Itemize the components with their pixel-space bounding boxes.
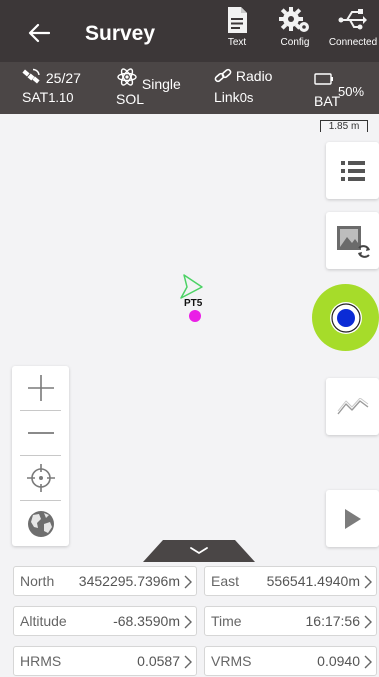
field-hrms[interactable]: HRMS 0.0587 bbox=[13, 646, 197, 676]
status-bar: 25/27 SAT1.10 Single SOL Radio Link0s 50… bbox=[0, 62, 379, 114]
connected-button-label: Connected bbox=[328, 37, 378, 48]
gear-icon bbox=[279, 7, 309, 32]
target-icon bbox=[329, 301, 362, 334]
sat-label: SAT bbox=[22, 89, 49, 105]
sat-value: 1.10 bbox=[48, 90, 74, 105]
field-key: East bbox=[211, 573, 240, 589]
radio-status[interactable]: Radio bbox=[214, 68, 272, 84]
chevron-right-icon bbox=[364, 655, 372, 669]
battery-status[interactable] bbox=[314, 72, 334, 88]
bat-label: BAT bbox=[314, 93, 341, 109]
field-north[interactable]: North 3452295.7396m bbox=[13, 566, 197, 596]
field-key: Altitude bbox=[20, 613, 67, 629]
text-document-icon bbox=[228, 7, 247, 33]
map-tools-panel bbox=[12, 366, 69, 546]
radio-value: Radio bbox=[235, 68, 273, 84]
globe-icon bbox=[27, 510, 54, 537]
point-label: PT5 bbox=[184, 298, 203, 309]
field-value: -68.3590m bbox=[113, 613, 180, 629]
field-time[interactable]: Time 16:17:56 bbox=[204, 606, 377, 636]
chevron-right-icon bbox=[184, 655, 192, 669]
collapse-panel-button[interactable] bbox=[143, 540, 255, 562]
chevron-right-icon bbox=[184, 615, 192, 629]
satellite-status[interactable]: 25/27 bbox=[22, 68, 81, 86]
back-button[interactable] bbox=[22, 16, 56, 50]
zoom-out-button[interactable] bbox=[12, 411, 69, 455]
map-scale-bar: 1.85 m bbox=[320, 120, 368, 132]
field-value: 0.0587 bbox=[137, 653, 180, 669]
field-key: VRMS bbox=[211, 653, 252, 669]
crosshair-icon bbox=[26, 464, 55, 492]
battery-value: 50% bbox=[338, 84, 365, 99]
survey-point-marker[interactable] bbox=[189, 310, 201, 322]
list-icon bbox=[340, 160, 365, 181]
battery-icon bbox=[314, 73, 333, 85]
map-switch-icon bbox=[336, 225, 370, 258]
zoom-in-button[interactable] bbox=[12, 366, 69, 410]
field-altitude[interactable]: Altitude -68.3590m bbox=[13, 606, 197, 636]
chevron-right-icon bbox=[184, 575, 192, 589]
trajectory-button[interactable] bbox=[326, 378, 379, 435]
trend-line-icon bbox=[336, 397, 368, 414]
link-icon bbox=[214, 68, 232, 83]
usb-icon bbox=[338, 9, 367, 30]
config-button[interactable]: Config bbox=[268, 6, 322, 58]
config-button-label: Config bbox=[280, 37, 310, 48]
field-east[interactable]: East 556541.4940m bbox=[204, 566, 377, 596]
solution-value: Single bbox=[141, 76, 181, 92]
text-button-label: Text bbox=[227, 37, 247, 48]
link-value: 0s bbox=[239, 90, 254, 105]
page-title: Survey bbox=[85, 22, 156, 45]
back-arrow-icon bbox=[28, 23, 50, 43]
field-key: Time bbox=[211, 613, 242, 629]
chevron-down-icon bbox=[143, 540, 255, 562]
globe-button[interactable] bbox=[12, 501, 69, 546]
satellite-count: 25/27 bbox=[45, 70, 81, 86]
layer-list-button[interactable] bbox=[326, 142, 379, 199]
center-location-button[interactable] bbox=[12, 456, 69, 500]
play-button[interactable] bbox=[326, 490, 379, 547]
switch-basemap-button[interactable] bbox=[326, 212, 379, 269]
satellite-icon bbox=[22, 68, 40, 84]
plus-icon bbox=[27, 375, 54, 401]
play-icon bbox=[344, 508, 361, 529]
field-key: HRMS bbox=[20, 653, 62, 669]
field-value: 0.0940 bbox=[317, 653, 360, 669]
sol-label: SOL bbox=[116, 91, 145, 107]
field-vrms[interactable]: VRMS 0.0940 bbox=[204, 646, 377, 676]
field-value: 16:17:56 bbox=[305, 613, 361, 629]
atom-icon bbox=[117, 68, 137, 86]
solution-status[interactable]: Single bbox=[116, 67, 181, 92]
minus-icon bbox=[27, 432, 54, 434]
top-toolbar: Survey Text Config Connected bbox=[0, 0, 379, 62]
chevron-right-icon bbox=[364, 615, 372, 629]
field-key: North bbox=[20, 573, 55, 589]
text-button[interactable]: Text bbox=[210, 6, 264, 58]
link-readout: Link0s bbox=[214, 89, 253, 106]
field-value: 3452295.7396m bbox=[78, 573, 180, 589]
sat-readout: SAT1.10 bbox=[22, 89, 74, 106]
link-label: Link bbox=[214, 89, 240, 105]
locate-button[interactable] bbox=[312, 284, 379, 351]
connected-button[interactable]: Connected bbox=[326, 6, 379, 58]
chevron-right-icon bbox=[364, 575, 372, 589]
field-value: 556541.4940m bbox=[266, 573, 360, 589]
